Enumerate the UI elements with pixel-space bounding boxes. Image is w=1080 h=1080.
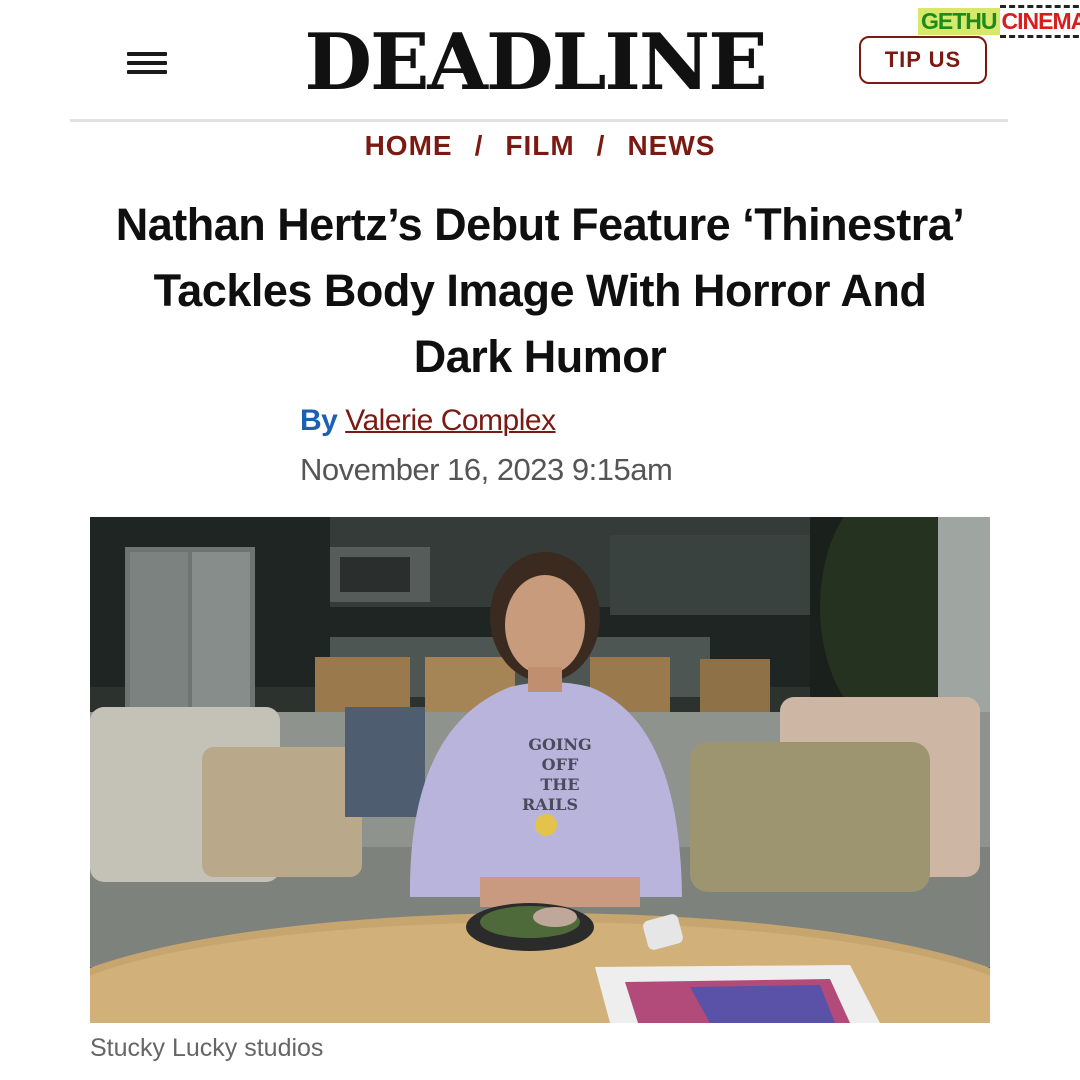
hero-photo-illustration: GOING OFF THE RAILS: [90, 517, 990, 1023]
menu-line: [127, 52, 167, 56]
watermark-text-part2: CINEMA: [999, 4, 1080, 38]
article-headline: Nathan Hertz’s Debut Feature ‘Thinestra’…: [115, 199, 965, 382]
sweatshirt-line-2: OFF: [542, 755, 579, 774]
hamburger-menu-icon[interactable]: [127, 46, 167, 78]
hero-image: GOING OFF THE RAILS: [90, 517, 990, 1023]
breadcrumb-film[interactable]: FILM: [505, 130, 574, 161]
watermark-text-part1: GETHU: [918, 7, 1000, 35]
author-link[interactable]: Valerie Complex: [345, 404, 556, 437]
breadcrumb: HOME / FILM / NEWS: [0, 130, 1080, 162]
menu-line: [127, 70, 167, 74]
site-logo[interactable]: DEADLINE: [280, 18, 790, 108]
byline: By Valerie Complex: [300, 404, 556, 438]
sweatshirt-line-1: GOING: [528, 735, 591, 754]
tip-us-button[interactable]: TIP US: [859, 36, 987, 84]
breadcrumb-separator: /: [474, 130, 484, 161]
header-divider: [70, 119, 1008, 122]
menu-line: [127, 61, 167, 65]
photo-credit: Stucky Lucky studios: [90, 1034, 324, 1062]
breadcrumb-separator: /: [596, 130, 606, 161]
breadcrumb-news[interactable]: NEWS: [627, 130, 715, 161]
breadcrumb-home[interactable]: HOME: [365, 130, 453, 161]
sweatshirt-line-4: RAILS: [522, 795, 578, 814]
publish-date: November 16, 2023 9:15am: [300, 452, 673, 487]
watermark-logo: GETHU CINEMA: [918, 4, 1080, 38]
sweatshirt-line-3: THE: [540, 775, 579, 794]
byline-prefix: By: [300, 404, 338, 437]
